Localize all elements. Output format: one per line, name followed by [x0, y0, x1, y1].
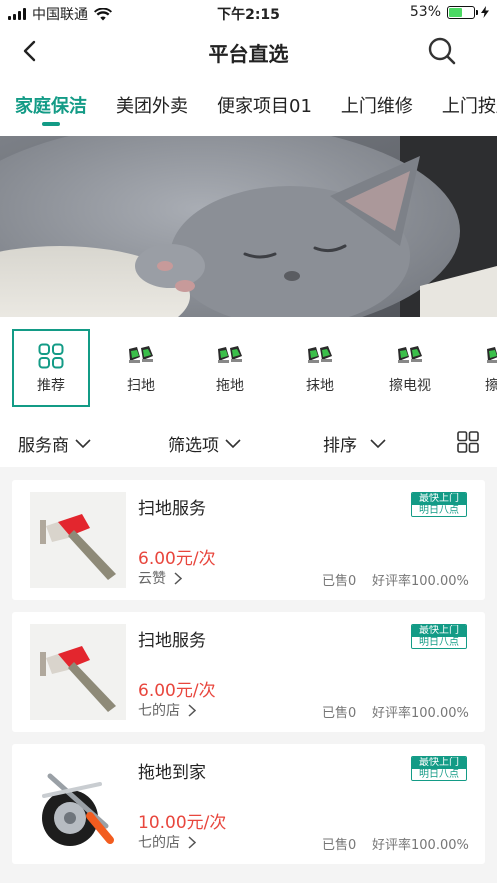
product-card[interactable]: 扫地服务 最快上门 明日八点 6.00元/次 七的店 已售0 好评率100.00%: [12, 612, 485, 732]
status-right: 53%: [410, 4, 489, 20]
shoes-icon: [308, 346, 332, 363]
product-card[interactable]: 扫地服务 最快上门 明日八点 6.00元/次 云赞 已售0 好评率100.00%: [12, 480, 485, 600]
shoes-icon: [398, 346, 422, 363]
chevron-down-icon: [370, 438, 386, 448]
product-image: [30, 756, 126, 852]
charging-icon: [481, 6, 489, 18]
shop-link[interactable]: 七的店: [138, 832, 196, 852]
filter-bar: 服务商 筛选项 排序: [0, 417, 497, 467]
tab-label: 家庭保洁: [15, 96, 87, 117]
battery-percent: 53%: [409, 4, 441, 20]
grid-view-icon[interactable]: [457, 431, 479, 453]
sold-count: 已售0: [322, 706, 357, 721]
subcat-label: 擦椅: [485, 378, 497, 394]
tab-label: 美团外卖: [116, 96, 188, 117]
chevron-down-icon: [75, 438, 91, 448]
scraper-image: [30, 624, 126, 720]
tab-label: 上门按摩: [441, 96, 497, 117]
rating: 好评率100.00%: [372, 574, 469, 589]
tab-label: 便家项目01: [217, 96, 312, 117]
product-price: 6.00元/次: [138, 681, 216, 701]
subcat-label: 拖地: [216, 378, 244, 394]
battery-icon: [447, 5, 478, 19]
sort-filter-label: 排序: [323, 436, 357, 456]
shop-link[interactable]: 云赞: [138, 568, 182, 588]
tab-home-repair[interactable]: 上门维修: [326, 76, 427, 136]
battery-fill: [449, 7, 462, 17]
fastest-visit-badge: 最快上门 明日八点: [411, 492, 467, 517]
shop-name: 云赞: [138, 571, 166, 587]
badge-bottom: 明日八点: [412, 637, 466, 648]
chevron-right-icon: [188, 835, 196, 849]
subcat-mop[interactable]: 拖地: [191, 329, 269, 407]
product-title: 扫地服务: [138, 499, 206, 519]
tab-meituan-takeout[interactable]: 美团外卖: [101, 76, 202, 136]
subcat-sweep[interactable]: 扫地: [102, 329, 180, 407]
rating: 好评率100.00%: [372, 706, 469, 721]
product-image: [30, 624, 126, 720]
provider-filter[interactable]: 服务商: [18, 431, 91, 456]
category-tabs: 家庭保洁 美团外卖 便家项目01 上门维修 上门按摩: [0, 76, 497, 136]
badge-bottom: 明日八点: [412, 505, 466, 516]
sold-count: 已售0: [322, 574, 357, 589]
options-filter[interactable]: 筛选项: [168, 431, 241, 456]
product-title: 扫地服务: [138, 631, 206, 651]
chevron-right-icon: [188, 703, 196, 717]
product-image: [30, 492, 126, 588]
nav-bar: 平台直选: [0, 26, 497, 76]
chevron-right-icon: [174, 571, 182, 585]
fastest-visit-badge: 最快上门 明日八点: [411, 624, 467, 649]
fastest-visit-badge: 最快上门 明日八点: [411, 756, 467, 781]
scraper-image: [30, 492, 126, 588]
subcat-label: 推荐: [37, 378, 65, 394]
shoes-icon: [129, 346, 153, 363]
options-filter-label: 筛选项: [168, 436, 219, 456]
chevron-down-icon: [225, 438, 241, 448]
badge-top: 最快上门: [412, 757, 466, 769]
search-icon[interactable]: [427, 36, 457, 66]
promo-banner[interactable]: [0, 136, 497, 317]
active-tab-indicator: [41, 122, 60, 126]
shop-name: 七的店: [138, 703, 180, 719]
product-price: 10.00元/次: [138, 813, 227, 833]
tab-project-01[interactable]: 便家项目01: [202, 76, 326, 136]
page-title: 平台直选: [208, 42, 289, 66]
tab-label: 上门维修: [340, 96, 413, 117]
rating: 好评率100.00%: [372, 838, 469, 853]
shop-link[interactable]: 七的店: [138, 700, 196, 720]
subcat-label: 抹地: [306, 378, 334, 394]
banner-kitten-image: [0, 136, 497, 317]
sold-count: 已售0: [322, 838, 357, 853]
product-title: 拖地到家: [138, 763, 206, 783]
product-price: 6.00元/次: [138, 549, 216, 569]
provider-filter-label: 服务商: [18, 436, 69, 456]
subcat-wipe[interactable]: 抹地: [281, 329, 359, 407]
subcat-wipe-chair[interactable]: 擦椅: [460, 329, 497, 407]
product-card[interactable]: 拖地到家 最快上门 明日八点 10.00元/次 七的店 已售0 好评率100.00…: [12, 744, 485, 864]
tire-tools-image: [30, 756, 126, 852]
shoes-icon: [487, 347, 497, 363]
badge-top: 最快上门: [412, 493, 466, 505]
subcat-label: 擦电视: [389, 378, 431, 394]
subcat-label: 扫地: [127, 378, 155, 394]
subcat-recommend[interactable]: 推荐: [12, 329, 90, 407]
badge-bottom: 明日八点: [412, 769, 466, 780]
tab-home-cleaning[interactable]: 家庭保洁: [0, 76, 101, 136]
shop-name: 七的店: [138, 835, 180, 851]
shoes-icon: [218, 346, 242, 363]
subcat-wipe-tv[interactable]: 擦电视: [371, 329, 449, 407]
tab-home-massage[interactable]: 上门按摩: [427, 76, 497, 136]
badge-top: 最快上门: [412, 625, 466, 637]
sort-filter[interactable]: 排序: [323, 431, 389, 456]
status-bar: 中国联通 下午2:15 53%: [0, 0, 497, 26]
grid-icon: [38, 343, 64, 369]
subcategory-bar: 推荐 扫地 拖地 抹地 擦电视 擦椅: [0, 317, 497, 417]
